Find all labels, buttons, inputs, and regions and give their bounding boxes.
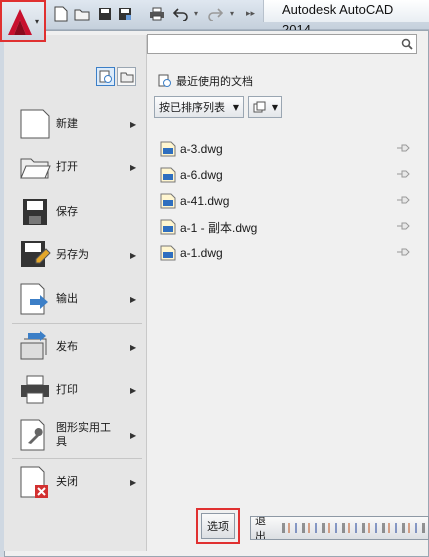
menu-item-close[interactable]: 关闭 ▶ [4, 462, 147, 502]
title-bar: ▾ ▾ ▸▸ Autodesk AutoCAD 2014 [0, 0, 429, 37]
save-as-icon [21, 241, 51, 267]
pin-icon[interactable] [396, 195, 410, 205]
open-folder-icon [20, 158, 51, 179]
menu-label: 新建 [56, 117, 78, 130]
recent-file-item[interactable]: a-3.dwg [160, 138, 412, 160]
dwg-file-icon [160, 219, 176, 235]
undo-dropdown-icon[interactable]: ▾ [194, 9, 198, 18]
menu-item-drawing-utilities[interactable]: 图形实用工具 ▶ [4, 415, 147, 455]
app-title: Autodesk AutoCAD 2014 [263, 0, 429, 37]
menu-label: 输出 [56, 292, 78, 305]
obscured-text [282, 523, 428, 533]
options-button-highlight: 选项 [196, 508, 240, 544]
menu-sidebar: 新建 ▶ 打开 ▶ 保存 另存为 ▶ 输出 ▶ 发布 ▶ 打印 ▶ 图形实用工具… [4, 35, 147, 551]
submenu-arrow-icon: ▶ [130, 250, 137, 260]
menu-item-open[interactable]: 打开 ▶ [4, 147, 147, 187]
file-name: a-1.dwg [180, 246, 223, 260]
dwg-file-icon [160, 167, 176, 183]
menu-label: 另存为 [56, 248, 89, 261]
options-button[interactable]: 选项 [201, 513, 235, 539]
printer-icon [21, 375, 49, 404]
recent-file-item[interactable]: a-1.dwg [160, 242, 412, 264]
pin-icon[interactable] [396, 143, 410, 153]
pin-icon[interactable] [396, 169, 410, 179]
search-icon[interactable] [401, 38, 413, 50]
file-name: a-6.dwg [180, 168, 223, 182]
save-as-icon[interactable] [116, 5, 134, 23]
redo-dropdown-icon[interactable]: ▾ [230, 9, 234, 18]
sort-dropdown[interactable]: 按已排序列表 ▼ [154, 96, 244, 118]
menu-item-print[interactable]: 打印 ▶ [4, 370, 147, 410]
chevron-down-icon: ▼ [271, 103, 278, 112]
exit-autocad-button[interactable]: 退出 [250, 516, 429, 540]
chevron-down-icon: ▼ [232, 103, 239, 112]
close-document-icon [20, 466, 48, 498]
submenu-arrow-icon: ▶ [130, 385, 137, 395]
wrench-icon [20, 419, 45, 451]
autocad-logo-icon [8, 9, 32, 35]
menu-divider [12, 458, 142, 459]
submenu-arrow-icon: ▶ [130, 119, 137, 129]
recent-file-item[interactable]: a-6.dwg [160, 164, 412, 186]
recent-file-item[interactable]: a-41.dwg [160, 190, 412, 212]
dwg-file-icon [160, 245, 176, 261]
icon-view-icon [253, 101, 266, 113]
exit-button-label: 退出 [255, 516, 266, 540]
menu-label: 打开 [56, 160, 78, 173]
more-tools-icon[interactable]: ▸▸ [246, 9, 255, 19]
menu-item-save[interactable]: 保存 [4, 192, 147, 232]
view-toggle [96, 67, 136, 86]
redo-icon[interactable] [206, 5, 224, 23]
menu-label: 保存 [56, 205, 78, 218]
submenu-arrow-icon: ▶ [130, 430, 137, 440]
open-icon[interactable] [73, 5, 91, 23]
new-icon[interactable] [52, 5, 70, 23]
submenu-arrow-icon: ▶ [130, 294, 137, 304]
menu-item-publish[interactable]: 发布 ▶ [4, 327, 147, 367]
sort-dropdown-label: 按已排序列表 [159, 101, 225, 114]
publish-icon [20, 331, 47, 360]
submenu-arrow-icon: ▶ [130, 477, 137, 487]
file-name: a-1 - 副本.dwg [180, 220, 258, 235]
menu-item-export[interactable]: 输出 ▶ [4, 279, 147, 319]
floppy-save-icon [23, 199, 47, 225]
export-icon [20, 283, 48, 315]
file-name: a-41.dwg [180, 194, 230, 208]
menu-label: 关闭 [56, 475, 78, 488]
chevron-down-icon: ▾ [35, 17, 40, 26]
open-documents-toggle[interactable] [117, 67, 136, 86]
folder-icon [120, 72, 133, 82]
submenu-arrow-icon: ▶ [130, 342, 137, 352]
recent-file-item[interactable]: a-1 - 副本.dwg [160, 216, 412, 238]
application-menu-button[interactable]: ▾ [0, 0, 46, 42]
recent-documents-header: 最近使用的文档 [158, 73, 253, 89]
clock-icon [99, 70, 112, 83]
menu-label: 发布 [56, 340, 78, 353]
menu-item-new[interactable]: 新建 ▶ [4, 104, 147, 144]
print-icon[interactable] [148, 5, 166, 23]
dwg-file-icon [160, 141, 176, 157]
options-button-label: 选项 [207, 520, 229, 533]
recent-documents-icon [158, 74, 171, 87]
file-name: a-3.dwg [180, 142, 223, 156]
recent-documents-toggle[interactable] [96, 67, 115, 86]
recent-documents-title: 最近使用的文档 [176, 75, 253, 88]
display-mode-dropdown[interactable]: ▼ [248, 96, 282, 118]
menu-item-save-as[interactable]: 另存为 ▶ [4, 235, 147, 275]
pin-icon[interactable] [396, 221, 410, 231]
save-icon[interactable] [96, 5, 114, 23]
menu-label: 图形实用工具 [56, 421, 111, 448]
undo-icon[interactable] [172, 5, 190, 23]
pin-icon[interactable] [396, 247, 410, 257]
menu-divider [12, 323, 142, 324]
dwg-file-icon [160, 193, 176, 209]
menu-label: 打印 [56, 383, 78, 396]
new-document-icon [20, 109, 50, 139]
menu-search-input[interactable] [147, 34, 417, 54]
submenu-arrow-icon: ▶ [130, 162, 137, 172]
